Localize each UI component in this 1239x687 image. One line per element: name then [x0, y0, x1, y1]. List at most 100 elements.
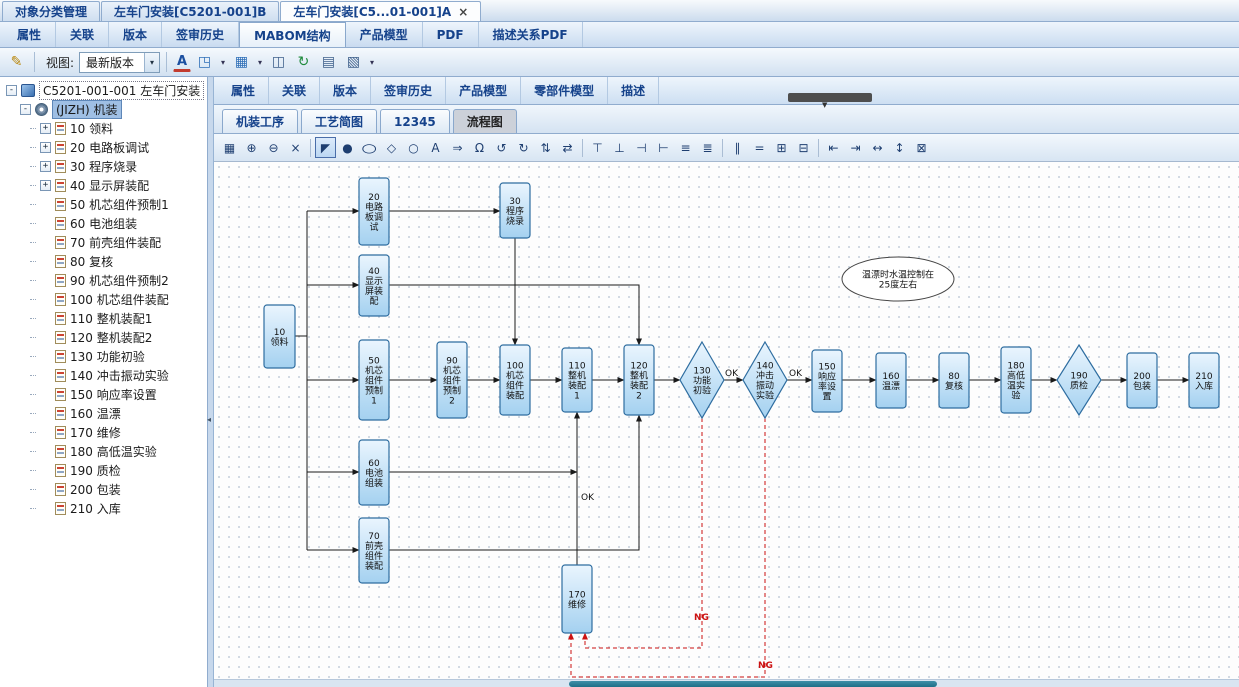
panel-tab[interactable]: 版本	[320, 77, 371, 104]
tree-item[interactable]: +40 显示屏装配	[2, 176, 205, 195]
distribute-h-icon[interactable]: ∥	[727, 137, 748, 158]
flow-edge[interactable]	[389, 415, 639, 550]
dropdown-arrow-icon[interactable]: ▾	[144, 53, 159, 72]
select-cursor-icon[interactable]: ◤	[315, 137, 336, 158]
delete-icon[interactable]: ×	[285, 137, 306, 158]
tree-item[interactable]: 170 维修	[2, 423, 205, 442]
expand-icon[interactable]: +	[40, 180, 51, 191]
curve-connector-icon[interactable]: Ω	[469, 137, 490, 158]
tree-item[interactable]: 110 整机装配1	[2, 309, 205, 328]
diamond-shape-icon[interactable]: ◇	[381, 137, 402, 158]
tree-item[interactable]: +30 程序烧录	[2, 157, 205, 176]
flowchart-svg[interactable]: 10领料20电路板调试30程序烧录40显示屏装配50机芯组件预制190机芯组件预…	[214, 162, 1239, 679]
collapse-icon[interactable]: -	[6, 85, 17, 96]
tree-item[interactable]: 70 前壳组件装配	[2, 233, 205, 252]
tree-item[interactable]: 190 质检	[2, 461, 205, 480]
export-share-icon[interactable]: ◳	[193, 51, 216, 73]
view-version-dropdown[interactable]: 最新版本 ▾	[79, 52, 160, 73]
group-icon[interactable]: ⊟	[793, 137, 814, 158]
dropdown-arrow-icon[interactable]: ▾	[367, 58, 377, 67]
expand-icon[interactable]: +	[40, 161, 51, 172]
dropdown-arrow-icon[interactable]: ▾	[218, 58, 228, 67]
canvas-hscrollbar[interactable]	[214, 679, 1239, 687]
main-tab[interactable]: PDF	[423, 22, 479, 47]
flip-vertical-icon[interactable]: ⇅	[535, 137, 556, 158]
tree-item[interactable]: 180 高低温实验	[2, 442, 205, 461]
subtab-工艺简图[interactable]: 工艺简图	[301, 109, 377, 133]
main-tab[interactable]: 产品模型	[346, 22, 423, 47]
panel-tab[interactable]: 产品模型	[446, 77, 521, 104]
text-tool-icon[interactable]: A	[425, 137, 446, 158]
tree-item[interactable]: 60 电池组装	[2, 214, 205, 233]
collapse-icon[interactable]: -	[20, 104, 31, 115]
subtab-流程图[interactable]: 流程图	[453, 109, 517, 133]
align-bottom-icon[interactable]: ⊥	[609, 137, 630, 158]
layout-mode-icon[interactable]: ▦	[230, 51, 253, 73]
table-view-icon[interactable]: ▤	[317, 51, 340, 73]
tree-item[interactable]: 150 响应率设置	[2, 385, 205, 404]
main-tab[interactable]: 关联	[56, 22, 109, 47]
panel-splitter-grip[interactable]	[788, 93, 872, 102]
splitter-collapse-icon[interactable]: ◂	[207, 415, 211, 424]
tree-item[interactable]: +10 领料	[2, 119, 205, 138]
align-right-icon[interactable]: ⊢	[653, 137, 674, 158]
tree-item[interactable]: 140 冲击振动实验	[2, 366, 205, 385]
tree-group-row[interactable]: - (JIZH) 机装	[2, 100, 205, 119]
close-tab-icon[interactable]: ×	[458, 5, 468, 19]
tree-item[interactable]: +20 电路板调试	[2, 138, 205, 157]
undo-icon[interactable]: ↺	[491, 137, 512, 158]
panel-tab[interactable]: 零部件模型	[521, 77, 608, 104]
main-tab[interactable]: 描述关系PDF	[479, 22, 583, 47]
flow-edge[interactable]	[389, 285, 639, 345]
panel-tab[interactable]: 签审历史	[371, 77, 446, 104]
align-center-icon[interactable]: ≡	[675, 137, 696, 158]
align-middle-icon[interactable]: ≣	[697, 137, 718, 158]
doc-tab[interactable]: 对象分类管理	[2, 1, 100, 21]
tree-item[interactable]: 200 包装	[2, 480, 205, 499]
panel-tab[interactable]: 描述	[608, 77, 659, 104]
tree-item[interactable]: 100 机芯组件装配	[2, 290, 205, 309]
flowchart-canvas[interactable]: 10领料20电路板调试30程序烧录40显示屏装配50机芯组件预制190机芯组件预…	[214, 162, 1239, 679]
refresh-icon[interactable]: ↻	[292, 51, 315, 73]
panel-tab[interactable]: 属性	[218, 77, 269, 104]
doc-tab[interactable]: 左车门安装[C5201-001]B	[101, 1, 279, 21]
zoom-in-icon[interactable]: ⊕	[241, 137, 262, 158]
ellipse-outline-icon[interactable]: ○	[359, 137, 380, 158]
circle-shape-icon[interactable]: ○	[403, 137, 424, 158]
tree-item[interactable]: 130 功能初验	[2, 347, 205, 366]
search-table-icon[interactable]: ◫	[267, 51, 290, 73]
main-tab[interactable]: MABOM结构	[239, 22, 346, 47]
doc-tab[interactable]: 左车门安装[C5...01-001]A×	[280, 1, 481, 21]
flow-edge-ng[interactable]	[571, 418, 765, 677]
align-top-icon[interactable]: ⊤	[587, 137, 608, 158]
subtab-机装工序[interactable]: 机装工序	[222, 109, 298, 133]
resize-height-icon[interactable]: ↕	[889, 137, 910, 158]
panel-collapse-icon[interactable]: ▼	[822, 101, 827, 109]
tree-item[interactable]: 120 整机装配2	[2, 328, 205, 347]
nudge-right-icon[interactable]: ⇥	[845, 137, 866, 158]
main-tab[interactable]: 属性	[3, 22, 56, 47]
fit-canvas-icon[interactable]: ⊠	[911, 137, 932, 158]
tree-item[interactable]: 80 复核	[2, 252, 205, 271]
redo-icon[interactable]: ↻	[513, 137, 534, 158]
align-left-icon[interactable]: ⊣	[631, 137, 652, 158]
nudge-left-icon[interactable]: ⇤	[823, 137, 844, 158]
dropdown-arrow-icon[interactable]: ▾	[255, 58, 265, 67]
subtab-12345[interactable]: 12345	[380, 109, 450, 133]
arrow-connector-icon[interactable]: ⇒	[447, 137, 468, 158]
expand-icon[interactable]: +	[40, 142, 51, 153]
flip-horizontal-icon[interactable]: ⇄	[557, 137, 578, 158]
same-size-icon[interactable]: ⊞	[771, 137, 792, 158]
tree-item[interactable]: 160 温漂	[2, 404, 205, 423]
ellipse-filled-icon[interactable]: ●	[337, 137, 358, 158]
tree-item[interactable]: 210 入库	[2, 499, 205, 518]
main-tab[interactable]: 签审历史	[162, 22, 239, 47]
expand-icon[interactable]: +	[40, 123, 51, 134]
edit-pencil-icon[interactable]: ✎	[5, 51, 28, 73]
flow-edge-ng[interactable]	[585, 418, 702, 648]
preview-grid-icon[interactable]: ▦	[219, 137, 240, 158]
main-tab[interactable]: 版本	[109, 22, 162, 47]
font-style-icon[interactable]: A	[173, 52, 191, 72]
tree-root-row[interactable]: - C5201-001-001 左车门安装	[2, 81, 205, 100]
tree-item[interactable]: 50 机芯组件预制1	[2, 195, 205, 214]
